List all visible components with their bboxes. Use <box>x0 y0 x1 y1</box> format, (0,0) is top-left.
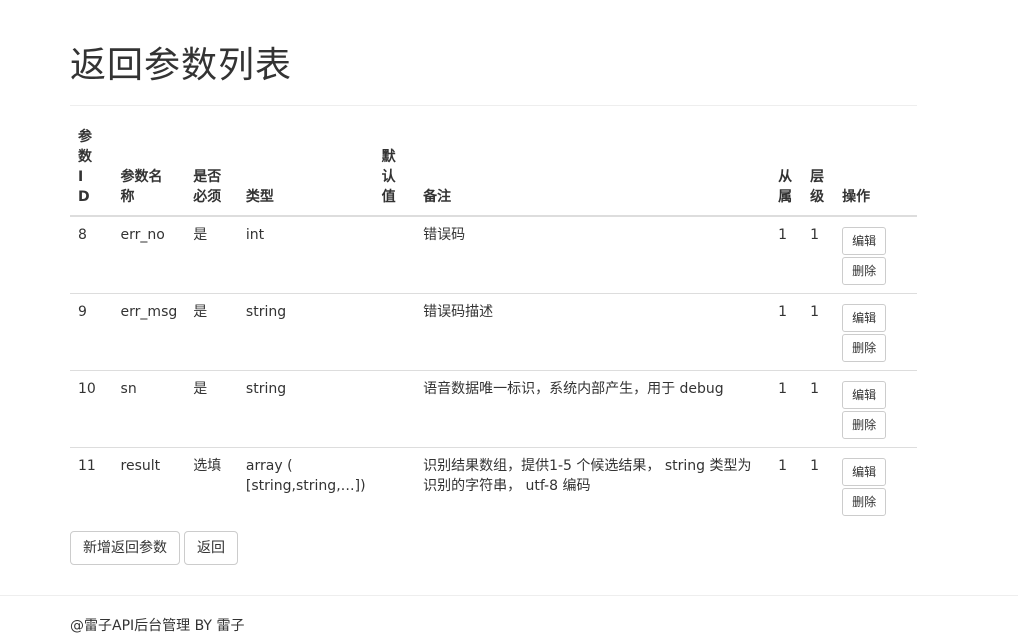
cell-note: 识别结果数组，提供1-5 个候选结果， string 类型为识别的字符串， ut… <box>415 446 771 521</box>
cell-required: 是 <box>193 227 208 243</box>
cell-default <box>373 292 416 370</box>
cell-name: err_no <box>120 227 165 243</box>
cell-level: 1 <box>802 446 835 521</box>
delete-button[interactable]: 删除 <box>842 257 887 285</box>
cell-note: 错误码描述 <box>415 292 771 370</box>
cell-note: 语音数据唯一标识，系统内部产生，用于 debug <box>415 369 771 447</box>
delete-button[interactable]: 删除 <box>842 333 887 362</box>
title-divider <box>70 105 917 106</box>
table-row: 8 err_no 是 int 错误码 1 1 编辑 删除 <box>70 216 917 293</box>
cell-operations: 编辑 删除 <box>834 446 917 521</box>
cell-default <box>373 369 416 447</box>
cell-id: 9 <box>70 292 113 370</box>
header-level: 层级 <box>802 127 835 217</box>
header-type: 类型 <box>237 127 374 217</box>
edit-button[interactable]: 编辑 <box>842 303 887 332</box>
return-params-table: 参数ID 参数名称 是否必须 类型 默认值 备注 从属 层级 操作 8 err_… <box>70 127 917 521</box>
cell-required: 是 <box>185 369 238 447</box>
header-required: 是否必须 <box>185 127 238 217</box>
back-button[interactable]: 返回 <box>184 531 238 565</box>
delete-button[interactable]: 删除 <box>842 410 887 439</box>
cell-operations: 编辑 删除 <box>834 369 917 447</box>
cell-level: 1 <box>802 369 835 447</box>
cell-level: 1 <box>810 227 820 243</box>
table-row: 10 sn 是 string 语音数据唯一标识，系统内部产生，用于 debug … <box>70 369 917 447</box>
cell-name: result <box>112 446 186 521</box>
cell-type: string <box>237 292 374 370</box>
page: 返回参数列表 参数ID 参数名称 是否必须 类型 默认值 备注 从属 层级 操作… <box>0 0 1018 642</box>
cell-operations: 编辑 删除 <box>834 216 917 293</box>
page-title: 返回参数列表 <box>70 45 293 86</box>
add-return-param-button[interactable]: 新增返回参数 <box>70 531 180 565</box>
table-header-row: 参数ID 参数名称 是否必须 类型 默认值 备注 从属 层级 操作 <box>70 127 917 217</box>
cell-type: array ( [string,string,…]) <box>237 446 374 521</box>
footer-divider <box>0 595 1018 596</box>
cell-name: err_msg <box>112 292 186 370</box>
cell-from: 1 <box>770 369 803 447</box>
cell-required: 选填 <box>185 446 238 521</box>
table-row: 11 result 选填 array ( [string,string,…]) … <box>70 446 917 521</box>
header-param-name: 参数名称 <box>112 127 186 217</box>
cell-from: 1 <box>770 292 803 370</box>
cell-from: 1 <box>778 227 788 243</box>
action-buttons: 新增返回参数 返回 <box>70 531 242 565</box>
cell-name: sn <box>112 369 186 447</box>
cell-id: 10 <box>70 369 113 447</box>
cell-type: string <box>237 369 374 447</box>
cell-operations: 编辑 删除 <box>834 292 917 370</box>
edit-button[interactable]: 编辑 <box>842 380 887 409</box>
header-param-id: 参数ID <box>70 127 113 217</box>
cell-default <box>374 216 416 293</box>
cell-level: 1 <box>802 292 835 370</box>
cell-from: 1 <box>770 446 803 521</box>
cell-required: 是 <box>185 292 238 370</box>
cell-type: int <box>245 227 265 243</box>
edit-button[interactable]: 编辑 <box>842 227 887 255</box>
delete-button[interactable]: 删除 <box>842 487 887 516</box>
header-default: 默认值 <box>373 127 416 217</box>
header-note: 备注 <box>415 127 771 217</box>
cell-id: 8 <box>78 227 87 243</box>
header-op: 操作 <box>834 127 917 217</box>
cell-id: 11 <box>70 446 113 521</box>
header-from: 从属 <box>770 127 803 217</box>
cell-note: 错误码 <box>423 227 466 243</box>
cell-default <box>373 446 416 521</box>
edit-button[interactable]: 编辑 <box>842 457 887 486</box>
table-row: 9 err_msg 是 string 错误码描述 1 1 编辑 删除 <box>70 292 917 370</box>
footer-text: @雷子API后台管理 BY 雷子 <box>70 618 245 634</box>
